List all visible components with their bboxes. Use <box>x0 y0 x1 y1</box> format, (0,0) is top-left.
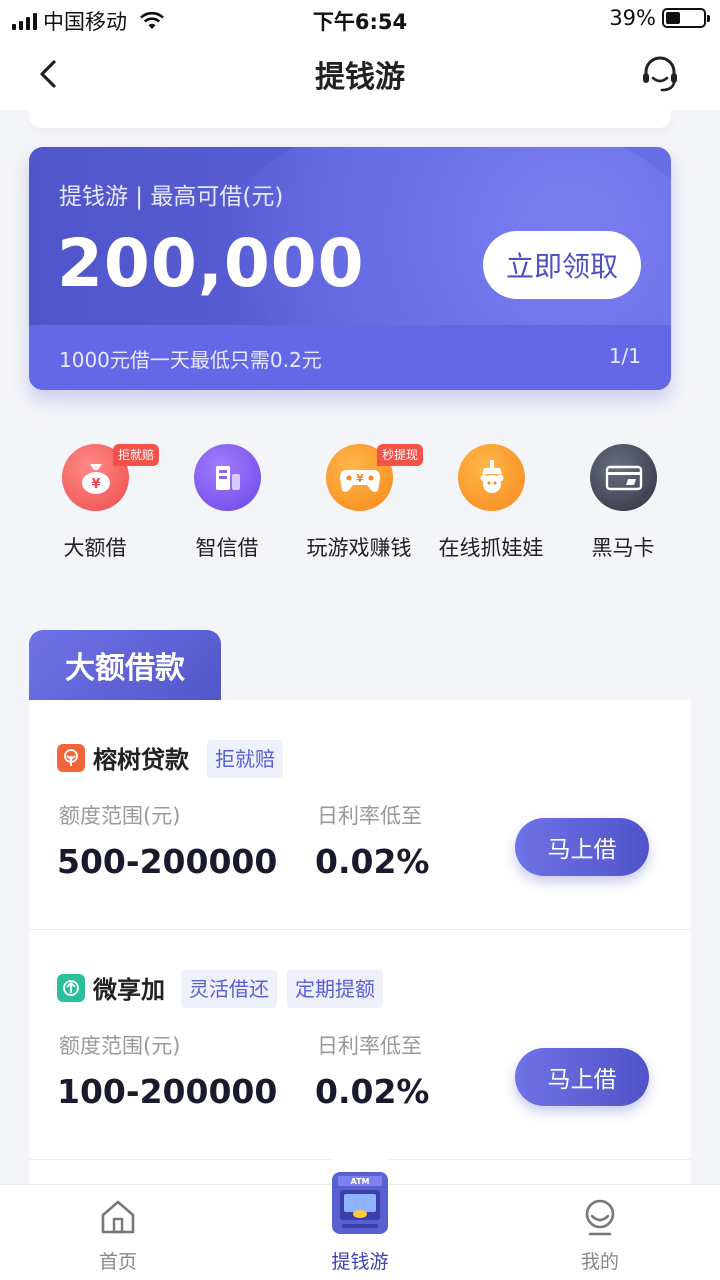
atm-icon[interactable]: ATM <box>330 1170 390 1236</box>
hero-loan-card[interactable]: 提钱游 | 最高可借(元) 200,000 立即领取 1000元借一天最低只需0… <box>29 147 671 390</box>
loan-name: 微享加 <box>93 976 165 1004</box>
wallet-logo-icon <box>57 974 85 1002</box>
shortcut-grid: ¥ 拒就赔 大额借 智信借 ¥ 秒提现 玩游戏赚钱 在线抓娃娃 黑马卡 <box>29 444 691 564</box>
shortcut-claw-machine[interactable]: 在线抓娃娃 <box>425 444 557 564</box>
shortcut-label: 在线抓娃娃 <box>438 536 544 560</box>
tab-home[interactable]: 首页 <box>48 1185 188 1280</box>
loan-tags: 拒就赔 <box>207 740 283 778</box>
building-icon <box>194 444 261 511</box>
shortcut-label: 大额借 <box>63 536 127 560</box>
tab-label: 提钱游 <box>331 1251 389 1273</box>
shortcut-black-horse-card[interactable]: 黑马卡 <box>557 444 689 564</box>
tree-logo-icon <box>57 744 85 772</box>
hero-amount: 200,000 <box>57 225 365 302</box>
shortcut-badge: 拒就赔 <box>113 444 160 466</box>
hero-label: 提钱游 | 最高可借(元) <box>59 184 284 210</box>
range-label: 额度范围(元) <box>59 1034 181 1058</box>
rate-label: 日利率低至 <box>317 804 422 828</box>
loan-item[interactable]: 榕树贷款 拒就赔 额度范围(元) 日利率低至 500-200000 0.02% … <box>29 700 691 930</box>
borrow-now-button[interactable]: 马上借 <box>515 1048 649 1106</box>
range-value: 500-200000 <box>57 842 278 881</box>
hero-footer: 1000元借一天最低只需0.2元 1/1 <box>29 325 671 390</box>
loan-tag: 拒就赔 <box>207 740 283 778</box>
hero-pager: 1/1 <box>608 344 641 368</box>
loan-tags: 灵活借还 定期提额 <box>181 970 383 1008</box>
shortcut-play-games[interactable]: ¥ 秒提现 玩游戏赚钱 <box>293 444 425 564</box>
tab-label: 我的 <box>580 1251 619 1273</box>
page-title: 提钱游 <box>315 60 405 95</box>
tab-label: 首页 <box>98 1251 137 1273</box>
rate-label: 日利率低至 <box>317 1034 422 1058</box>
previous-card-edge <box>29 110 671 128</box>
status-right: 39% <box>609 6 710 30</box>
svg-text:¥: ¥ <box>91 477 100 492</box>
hero-note: 1000元借一天最低只需0.2元 <box>59 348 322 372</box>
svg-text:ATM: ATM <box>351 1177 370 1186</box>
tab-profile[interactable]: 我的 <box>530 1185 670 1280</box>
svg-text:¥: ¥ <box>356 472 364 485</box>
status-bar: 中国移动 下午6:54 39% <box>0 0 720 38</box>
loan-item[interactable]: 微享加 灵活借还 定期提额 额度范围(元) 日利率低至 100-200000 0… <box>29 930 691 1160</box>
nav-header: 提钱游 <box>0 38 720 110</box>
range-value: 100-200000 <box>57 1072 278 1111</box>
shortcut-label: 玩游戏赚钱 <box>306 536 412 560</box>
rate-value: 0.02% <box>315 1072 430 1111</box>
loan-name: 榕树贷款 <box>93 746 189 774</box>
battery-percent: 39% <box>609 6 656 30</box>
loan-tag: 定期提额 <box>287 970 383 1008</box>
home-icon <box>101 1200 135 1234</box>
shortcut-credit-loan[interactable]: 智信借 <box>161 444 293 564</box>
loan-tag: 灵活借还 <box>181 970 277 1008</box>
shortcut-large-loan[interactable]: ¥ 拒就赔 大额借 <box>29 444 161 564</box>
shortcut-label: 智信借 <box>195 536 259 560</box>
shortcut-badge: 秒提现 <box>377 444 424 466</box>
card-icon <box>590 444 657 511</box>
shortcut-label: 黑马卡 <box>591 536 655 560</box>
range-label: 额度范围(元) <box>59 804 181 828</box>
battery-icon <box>662 8 710 28</box>
claim-now-button[interactable]: 立即领取 <box>483 231 641 299</box>
rate-value: 0.02% <box>315 842 430 881</box>
customer-service-icon[interactable] <box>638 52 682 96</box>
borrow-now-button[interactable]: 马上借 <box>515 818 649 876</box>
section-title-tab: 大额借款 <box>29 630 221 700</box>
profile-icon <box>585 1199 615 1236</box>
claw-machine-icon <box>458 444 525 511</box>
